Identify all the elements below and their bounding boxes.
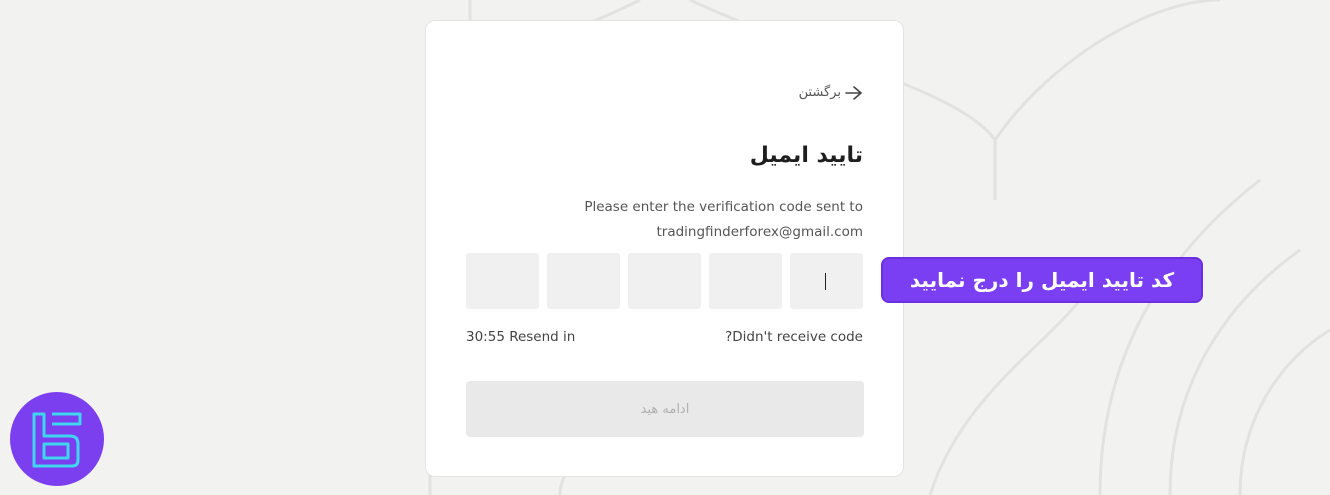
verification-card: برگشتن تایید ایمیل Please enter the veri… xyxy=(425,20,904,477)
otp-digit-5[interactable] xyxy=(466,253,539,309)
otp-digit-2[interactable] xyxy=(709,253,782,309)
otp-digit-1[interactable] xyxy=(790,253,863,309)
arrow-right-icon xyxy=(845,85,862,100)
continue-button[interactable]: ادامه هید xyxy=(466,381,864,437)
page-title: تایید ایمیل xyxy=(749,143,863,168)
text-caret xyxy=(825,273,826,290)
resend-timer: 30:55 Resend in xyxy=(466,329,576,345)
otp-inputs xyxy=(466,253,863,309)
back-label: برگشتن xyxy=(798,85,841,100)
annotation-callout: کد تایید ایمیل را درج نمایید xyxy=(881,257,1203,303)
instruction-line: Please enter the verification code sent … xyxy=(584,199,863,215)
instruction-text: Please enter the verification code sent … xyxy=(443,195,863,245)
logo-icon xyxy=(32,412,82,468)
email-address: tradingfinderforex@gmail.com xyxy=(656,224,864,240)
back-link[interactable]: برگشتن xyxy=(799,85,863,100)
brand-logo xyxy=(10,392,104,486)
no-code-link[interactable]: ?Didn't receive code xyxy=(725,329,863,345)
otp-digit-3[interactable] xyxy=(628,253,701,309)
otp-digit-4[interactable] xyxy=(547,253,620,309)
